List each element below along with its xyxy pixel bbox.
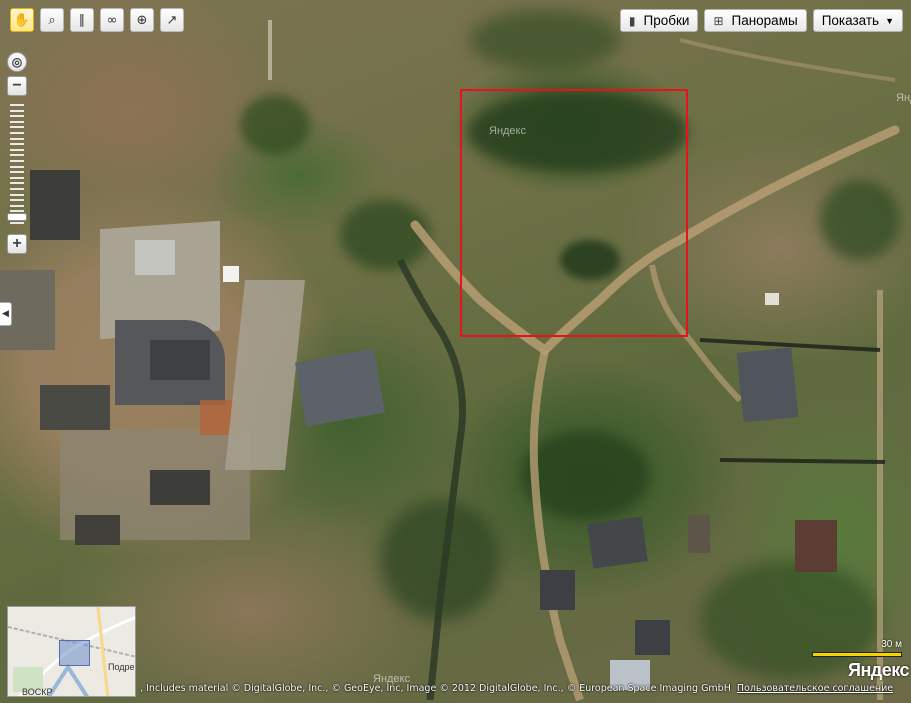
zoom-out-button[interactable]: − — [7, 76, 27, 96]
zoom-control: ◎ − + — [7, 52, 29, 254]
map-watermark: Яндекс — [489, 125, 526, 137]
construction-frame — [75, 515, 120, 545]
scale-bar: 30 м — [812, 639, 902, 657]
overview-minimap[interactable]: Подре ВОСКР — [7, 606, 136, 697]
minimap-viewport[interactable] — [59, 640, 90, 666]
add-object-tool-button[interactable]: ⊕ — [130, 8, 154, 32]
zoom-tick — [10, 165, 24, 168]
panoramas-label: Панорамы — [731, 13, 798, 28]
plus-icon: + — [12, 235, 22, 252]
minus-icon: − — [12, 77, 22, 94]
zoom-tick — [10, 109, 24, 112]
ruler-icon: ∥ — [78, 12, 86, 28]
magnifier-tool-button[interactable]: ⌕ — [40, 8, 64, 32]
house-roof — [587, 516, 648, 569]
zoom-tick — [10, 182, 24, 185]
zoom-tick — [10, 104, 24, 106]
user-agreement-link[interactable]: Пользовательское соглашение — [737, 683, 893, 694]
copyright-text: , Includes material © DigitalGlobe, Inc.… — [140, 683, 731, 694]
shed — [765, 293, 779, 305]
zoom-tick — [10, 154, 24, 157]
building-roof — [135, 240, 175, 275]
traffic-light-icon: ▮ — [628, 13, 636, 28]
zoom-tick — [10, 148, 24, 151]
copyright-notice: , Includes material © DigitalGlobe, Inc.… — [140, 683, 893, 694]
traffic-label: Пробки — [643, 13, 690, 28]
chevron-down-icon: ▼ — [885, 15, 894, 26]
zoom-tick — [10, 199, 24, 202]
minimap-label: ВОСКР — [22, 687, 53, 697]
chevron-left-icon: ◀ — [2, 309, 9, 319]
zoom-in-button[interactable]: + — [7, 234, 27, 254]
show-dropdown[interactable]: Показать ▼ — [812, 9, 903, 32]
map-layer-controls: ▮ Пробки ⊞ Панорамы Показать ▼ — [619, 9, 903, 32]
satellite-map[interactable]: Яндекс Яндекс Янд ✋ ⌕ ∥ ∞ ⊕ ↗ ▮ Пробки ⊞ Панора… — [0, 0, 911, 703]
panoramas-button[interactable]: ⊞ Панорамы — [704, 9, 807, 32]
zoom-tick — [10, 160, 24, 162]
construction-frame — [150, 470, 210, 505]
yandex-logo[interactable]: Яндекс — [848, 660, 910, 681]
zoom-tick — [10, 171, 24, 174]
info-cursor-tool-button[interactable]: ↗ — [160, 8, 184, 32]
zoom-tick — [10, 193, 24, 196]
cursor-question-icon: ↗ — [166, 12, 178, 28]
zoom-tick — [10, 120, 24, 123]
shed — [688, 515, 710, 553]
map-watermark: Янд — [896, 92, 911, 104]
locate-me-button[interactable]: ◎ — [7, 52, 27, 72]
route-tool-button[interactable]: ∞ — [100, 8, 124, 32]
traffic-button[interactable]: ▮ Пробки — [619, 9, 699, 32]
map-toolbar: ✋ ⌕ ∥ ∞ ⊕ ↗ — [10, 8, 184, 32]
zoom-tick — [10, 126, 24, 129]
zoom-thumb[interactable] — [7, 213, 27, 222]
construction-frame — [30, 170, 80, 240]
building-roof — [150, 340, 210, 380]
zoom-slider[interactable] — [7, 100, 27, 230]
zoom-tick — [10, 221, 24, 224]
add-object-icon: ⊕ — [136, 12, 148, 28]
zoom-tick — [10, 143, 24, 146]
house-roof — [540, 570, 575, 610]
target-icon: ◎ — [11, 55, 23, 69]
zoom-tick — [10, 204, 24, 207]
zoom-tick — [10, 115, 24, 118]
zoom-tick — [10, 132, 24, 134]
scale-line — [812, 652, 902, 657]
zoom-tick — [10, 188, 24, 190]
house-roof — [635, 620, 670, 655]
zoom-tick — [10, 137, 24, 140]
show-label: Показать — [821, 13, 880, 28]
magnifier-icon: ⌕ — [48, 12, 56, 28]
panorama-icon: ⊞ — [713, 13, 724, 28]
hand-icon: ✋ — [13, 12, 31, 28]
hand-tool-button[interactable]: ✋ — [10, 8, 34, 32]
sidebar-toggle[interactable]: ◀ — [0, 302, 12, 326]
minimap-label: Подре — [108, 662, 135, 672]
building-roof — [223, 266, 239, 282]
route-icon: ∞ — [106, 12, 118, 28]
zoom-tick — [10, 176, 24, 179]
house-roof — [795, 520, 837, 572]
house-roof — [294, 348, 386, 427]
house-roof — [736, 347, 799, 423]
ruler-tool-button[interactable]: ∥ — [70, 8, 94, 32]
construction-frame — [40, 385, 110, 430]
scale-label: 30 м — [881, 639, 902, 650]
zoom-tick — [10, 210, 24, 213]
